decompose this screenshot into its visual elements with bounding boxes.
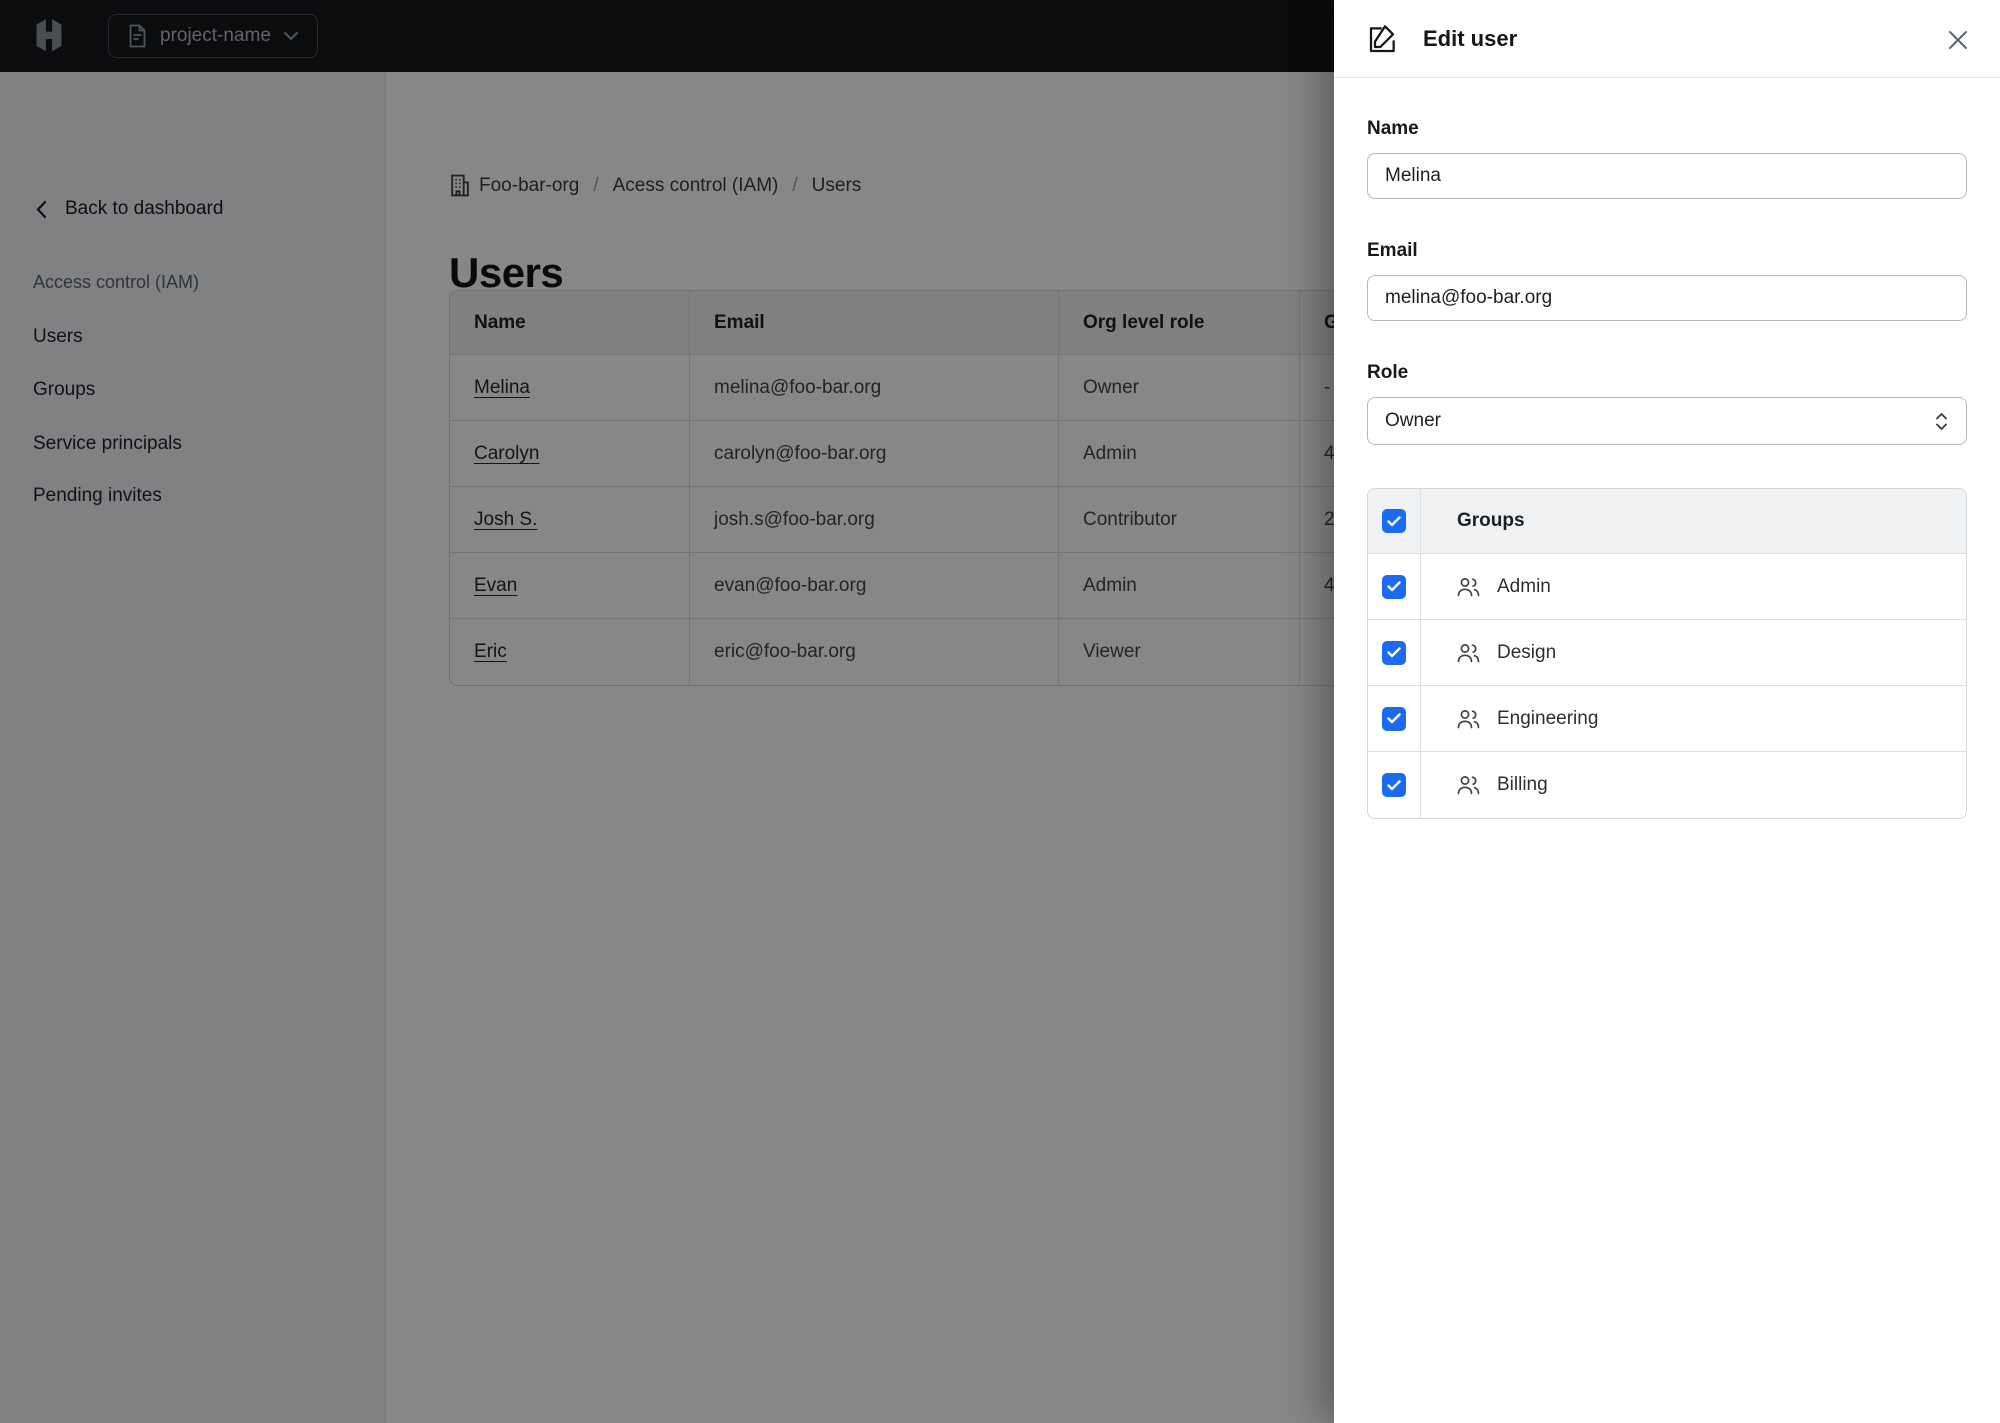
group-row-admin: Admin <box>1368 554 1966 620</box>
group-checkbox-design[interactable] <box>1382 640 1406 665</box>
role-select-value: Owner <box>1385 410 1441 431</box>
groups-panel-header-row: Groups <box>1368 489 1966 554</box>
group-label: Admin <box>1497 575 1551 597</box>
groups-panel: Groups Admin Design Engineering Billing <box>1367 488 1967 819</box>
role-select[interactable]: Owner <box>1367 397 1967 445</box>
drawer-header: Edit user <box>1334 0 2000 78</box>
drawer-body: Name Email Role Owner Groups <box>1334 78 2000 819</box>
group-label: Engineering <box>1497 707 1599 729</box>
edit-user-drawer: Edit user Name Email Role Owner <box>1334 0 2000 1423</box>
group-label: Billing <box>1497 774 1548 795</box>
group-checkbox-billing[interactable] <box>1382 773 1406 797</box>
select-stepper-icon <box>1934 411 1949 432</box>
email-field[interactable] <box>1367 275 1967 321</box>
role-field-label: Role <box>1367 362 1409 383</box>
email-field-label: Email <box>1367 240 1418 261</box>
users-group-icon <box>1457 643 1480 663</box>
group-label: Design <box>1497 641 1557 663</box>
users-group-icon <box>1457 577 1480 597</box>
group-row-design: Design <box>1368 620 1966 686</box>
group-checkbox-engineering[interactable] <box>1382 706 1406 731</box>
users-group-icon <box>1457 709 1480 729</box>
groups-panel-header-label: Groups <box>1421 489 1966 554</box>
users-group-icon <box>1457 775 1480 795</box>
name-field-label: Name <box>1367 118 1419 139</box>
name-field[interactable] <box>1367 153 1967 199</box>
group-row-billing: Billing <box>1368 752 1966 818</box>
group-row-engineering: Engineering <box>1368 686 1966 752</box>
close-icon[interactable] <box>1942 24 1974 56</box>
drawer-title: Edit user <box>1423 25 1518 51</box>
group-checkbox-admin[interactable] <box>1382 574 1406 599</box>
select-all-groups-checkbox[interactable] <box>1382 509 1406 533</box>
edit-pencil-icon <box>1367 23 1399 55</box>
